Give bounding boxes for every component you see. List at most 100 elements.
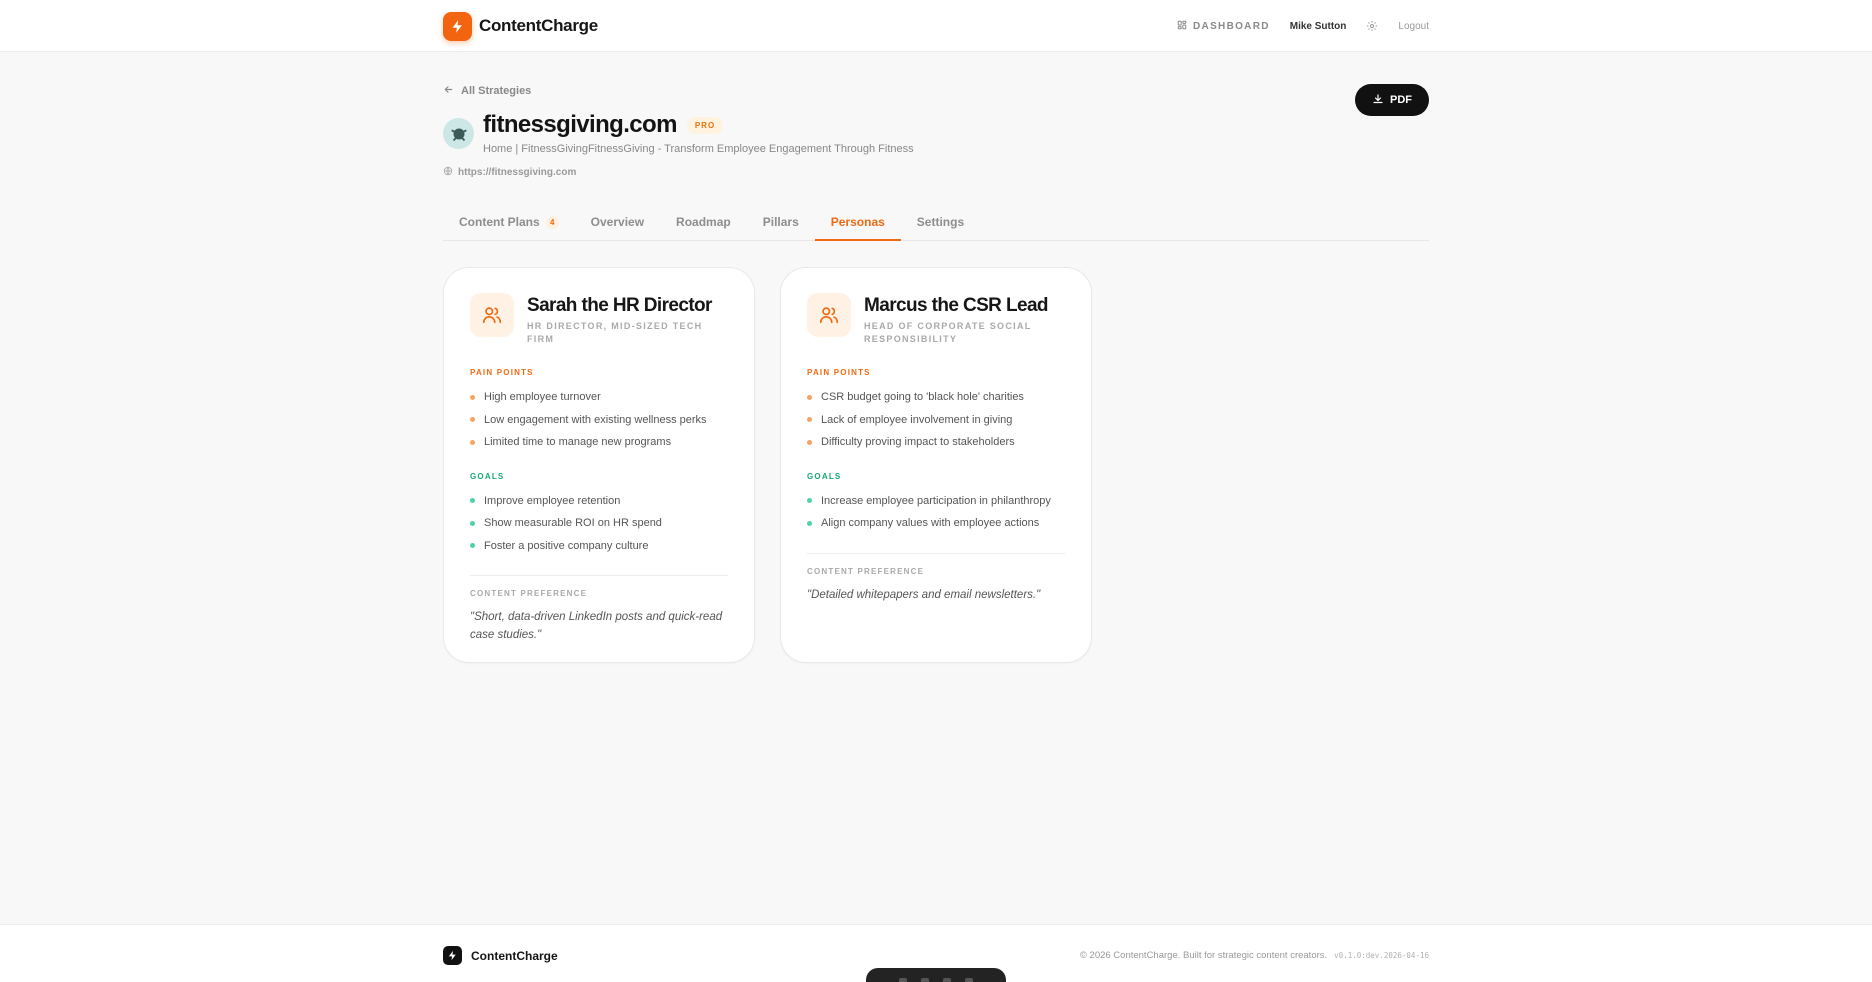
bullet-dot (807, 498, 812, 504)
site-url-text: https://fitnessgiving.com (458, 167, 577, 178)
bolt-icon (443, 946, 462, 965)
dashboard-label: DASHBOARD (1193, 20, 1270, 32)
list-item: Improve employee retention (470, 490, 728, 513)
tab-content-plans[interactable]: Content Plans 4 (443, 206, 575, 241)
pain-points-heading: PAIN POINTS (470, 368, 534, 377)
divider (807, 552, 1065, 554)
globe-icon (443, 166, 453, 179)
pain-point-text: High employee turnover (484, 391, 601, 404)
top-bar: ContentCharge DASHBOARD Mike Sutton Logo… (0, 0, 1872, 52)
bullet-dot (470, 498, 475, 504)
persona-role: HEAD OF CORPORATE SOCIAL RESPONSIBILITY (864, 321, 1032, 344)
list-item: Align company values with employee actio… (807, 512, 1065, 535)
tab-label: Content Plans (459, 215, 540, 229)
goal-text: Foster a positive company culture (484, 539, 649, 552)
list-item: Increase employee participation in phila… (807, 490, 1065, 513)
list-item: Show measurable ROI on HR spend (470, 512, 728, 535)
site-favicon (443, 118, 474, 149)
content-plans-count: 4 (545, 216, 559, 229)
persona-card: Marcus the CSR Lead HEAD OF CORPORATE SO… (780, 267, 1092, 663)
page-title: fitnessgiving.com (483, 111, 677, 138)
bullet-dot (470, 520, 475, 526)
dev-toolbar[interactable] (866, 968, 1006, 982)
users-icon (807, 293, 851, 337)
pain-point-text: Low engagement with existing wellness pe… (484, 413, 707, 426)
content-preference-text: "Short, data-driven LinkedIn posts and q… (470, 611, 723, 641)
tab-personas[interactable]: Personas (814, 206, 901, 241)
tab-pillars[interactable]: Pillars (747, 206, 815, 241)
bullet-dot (807, 439, 812, 445)
pain-point-text: Lack of employee involvement in giving (821, 413, 1013, 426)
content-preference-heading: CONTENT PREFERENCE (807, 566, 925, 576)
toolbar-icon[interactable] (965, 978, 973, 982)
tab-label: Personas (830, 215, 885, 229)
divider (470, 575, 728, 576)
dashboard-link[interactable]: DASHBOARD (1177, 20, 1270, 33)
list-item: Limited time to manage new programs (470, 431, 728, 454)
list-item: Lack of employee involvement in giving (807, 409, 1065, 432)
user-name[interactable]: Mike Sutton (1290, 21, 1347, 32)
strategy-header: fitnessgiving.com PRO Home | FitnessGivi… (443, 111, 914, 155)
goals-heading: GOALS (470, 471, 505, 481)
bullet-dot (470, 417, 475, 423)
bullet-dot (470, 543, 475, 549)
tab-label: Settings (916, 215, 965, 229)
brand-name: ContentCharge (479, 16, 598, 35)
tab-settings[interactable]: Settings (901, 206, 980, 241)
content-preference-text: "Detailed whitepapers and email newslett… (807, 588, 1041, 601)
list-item: Low engagement with existing wellness pe… (470, 409, 728, 432)
back-link-label: All Strategies (461, 85, 532, 97)
bolt-icon (443, 11, 472, 41)
users-icon (470, 293, 514, 337)
plan-badge: PRO (686, 116, 724, 134)
goal-text: Increase employee participation in phila… (821, 494, 1051, 507)
pdf-button-label: PDF (1390, 94, 1412, 106)
logout-link[interactable]: Logout (1398, 21, 1429, 32)
site-url[interactable]: https://fitnessgiving.com (443, 166, 576, 179)
site-subtitle: Home | FitnessGivingFitnessGiving - Tran… (483, 143, 914, 155)
list-item: CSR budget going to 'black hole' chariti… (807, 386, 1065, 409)
back-link[interactable]: All Strategies (443, 84, 531, 98)
pain-point-text: CSR budget going to 'black hole' chariti… (821, 391, 1024, 404)
pain-points-heading: PAIN POINTS (807, 368, 871, 377)
list-item: Difficulty proving impact to stakeholder… (807, 431, 1065, 454)
pdf-download-button[interactable]: PDF (1355, 84, 1429, 116)
arrow-left-icon (443, 84, 454, 98)
download-icon (1372, 93, 1384, 108)
persona-role: HR DIRECTOR, MID-SIZED TECH FIRM (527, 321, 703, 344)
tab-label: Overview (590, 215, 645, 229)
toolbar-icon[interactable] (899, 978, 907, 982)
pain-point-text: Limited time to manage new programs (484, 436, 672, 449)
pain-points-list: CSR budget going to 'black hole' chariti… (807, 386, 1065, 454)
bullet-dot (807, 394, 812, 400)
persona-card: Sarah the HR Director HR DIRECTOR, MID-S… (443, 267, 755, 663)
tab-roadmap[interactable]: Roadmap (660, 206, 747, 241)
goal-text: Improve employee retention (484, 494, 621, 507)
persona-name: Marcus the CSR Lead (864, 295, 1049, 316)
goal-text: Align company values with employee actio… (821, 517, 1040, 530)
pain-points-list: High employee turnover Low engagement wi… (470, 386, 728, 454)
goal-text: Show measurable ROI on HR spend (484, 517, 662, 530)
bullet-dot (470, 439, 475, 445)
version-text: v0.1.0:dev.2026-04-16 (1334, 951, 1429, 960)
bullet-dot (470, 394, 475, 400)
persona-name: Sarah the HR Director (527, 295, 712, 316)
strategy-tabs: Content Plans 4 Overview Roadmap Pillars… (443, 206, 1429, 241)
tab-label: Roadmap (676, 215, 731, 229)
list-item: Foster a positive company culture (470, 535, 728, 558)
gear-icon[interactable] (1366, 20, 1378, 32)
footer-brand[interactable]: ContentCharge (443, 946, 558, 965)
brand-link[interactable]: ContentCharge (443, 11, 598, 41)
goals-list: Improve employee retention Show measurab… (470, 490, 728, 558)
toolbar-icon[interactable] (943, 978, 951, 982)
copyright-text: © 2026 ContentCharge. Built for strategi… (1079, 950, 1328, 961)
goals-heading: GOALS (807, 471, 842, 481)
toolbar-icon[interactable] (921, 978, 929, 982)
tab-label: Pillars (762, 215, 799, 229)
content-preference-heading: CONTENT PREFERENCE (470, 589, 588, 598)
dashboard-icon (1177, 20, 1187, 33)
tab-overview[interactable]: Overview (575, 206, 660, 241)
list-item: High employee turnover (470, 386, 728, 409)
bullet-dot (807, 417, 812, 423)
pain-point-text: Difficulty proving impact to stakeholder… (821, 436, 1015, 449)
